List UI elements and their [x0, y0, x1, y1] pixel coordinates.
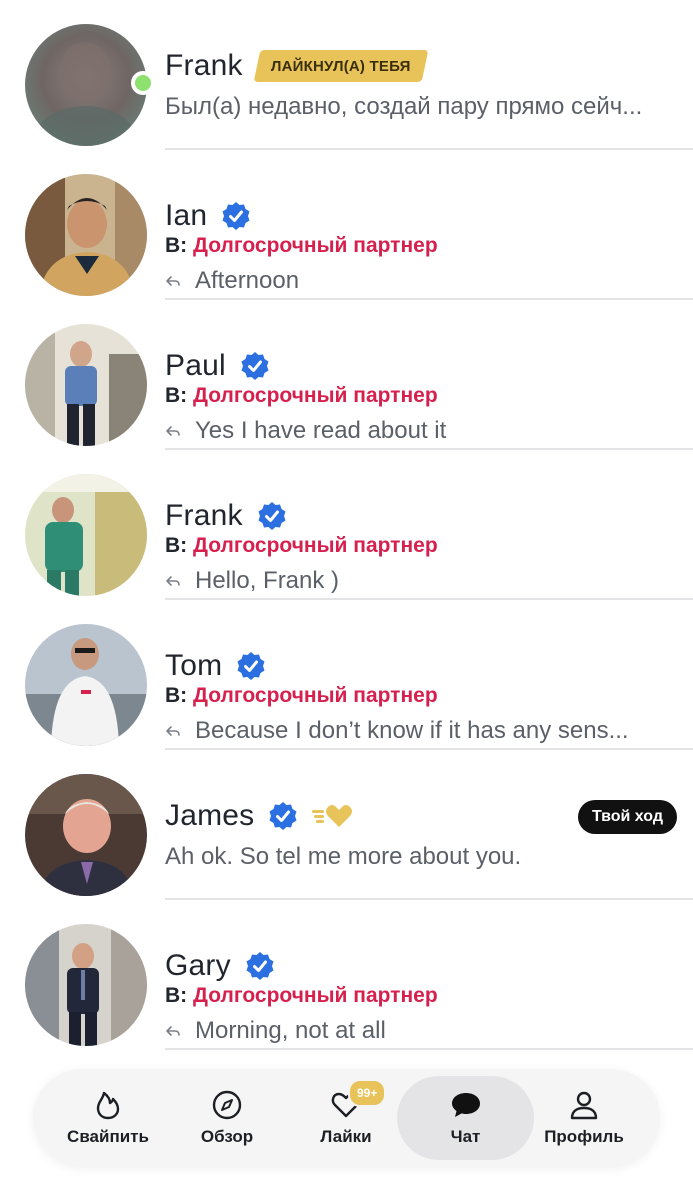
- chat-row[interactable]: Ian В: Долгосрочный партнер Afternoon: [0, 150, 693, 300]
- contact-name: Frank: [165, 499, 243, 532]
- last-message: Because I don’t know if it has any sens.…: [165, 714, 673, 748]
- chat-row[interactable]: Frank В: Долгосрочный партнер Hello, Fra…: [0, 450, 693, 600]
- likes-count-badge: 99+: [348, 1079, 387, 1107]
- swift-heart-icon: [312, 805, 353, 827]
- last-message: Afternoon: [165, 264, 673, 298]
- last-message: Hello, Frank ): [165, 564, 673, 598]
- contact-name: James: [165, 799, 255, 832]
- avatar: [25, 624, 147, 746]
- bottom-nav: Свайпить Обзор 99+ Лайки Чат Профиль: [33, 1069, 660, 1167]
- avatar: [25, 24, 147, 146]
- nav-likes[interactable]: 99+ Лайки: [286, 1069, 406, 1167]
- reply-icon: [166, 726, 180, 736]
- reply-icon: [166, 1026, 180, 1036]
- liked-you-badge: ЛАЙКНУЛ(А) ТЕБЯ: [253, 50, 428, 82]
- contact-name: Ian: [165, 199, 208, 232]
- compass-icon: [212, 1090, 242, 1120]
- online-indicator: [131, 71, 155, 95]
- last-message: Ah ok. So tel me more about you.: [165, 843, 522, 870]
- contact-name: Paul: [165, 349, 226, 382]
- divider: [165, 1048, 693, 1050]
- relationship-goal: В: Долгосрочный партнер: [165, 684, 438, 707]
- nav-chat[interactable]: Чат: [397, 1076, 534, 1160]
- chat-row[interactable]: Tom В: Долгосрочный партнер Because I do…: [0, 600, 693, 750]
- nav-profile[interactable]: Профиль: [524, 1069, 644, 1167]
- chat-row[interactable]: Gary В: Долгосрочный партнер Morning, no…: [0, 900, 693, 1050]
- nav-explore[interactable]: Обзор: [167, 1069, 287, 1167]
- verified-badge-icon: [269, 802, 297, 830]
- verified-badge-icon: [258, 502, 286, 530]
- avatar: [25, 774, 147, 896]
- contact-name: Gary: [165, 949, 231, 982]
- reply-icon: [166, 426, 180, 436]
- last-message: Morning, not at all: [165, 1014, 673, 1048]
- avatar: [25, 324, 147, 446]
- last-message: Yes I have read about it: [165, 414, 673, 448]
- relationship-goal: В: Долгосрочный партнер: [165, 984, 438, 1007]
- verified-badge-icon: [241, 352, 269, 380]
- your-turn-badge: Твой ход: [577, 800, 677, 834]
- verified-badge-icon: [222, 202, 250, 230]
- relationship-goal: В: Долгосрочный партнер: [165, 384, 438, 407]
- reply-icon: [166, 276, 180, 286]
- verified-badge-icon: [246, 952, 274, 980]
- flame-icon: [96, 1091, 120, 1120]
- contact-name: Tom: [165, 649, 223, 682]
- relationship-goal: В: Долгосрочный партнер: [165, 234, 438, 257]
- chat-row[interactable]: James Твой ход Ah ok. So tel me more abo…: [0, 750, 693, 900]
- chat-row[interactable]: Frank ЛАЙКНУЛ(А) ТЕБЯ Был(а) недавно, со…: [0, 0, 693, 150]
- avatar: [25, 924, 147, 1046]
- contact-name: Frank: [165, 49, 243, 82]
- last-message: Был(а) недавно, создай пару прямо сейч..…: [165, 93, 643, 120]
- nav-swipe[interactable]: Свайпить: [48, 1069, 168, 1167]
- verified-badge-icon: [237, 652, 265, 680]
- person-icon: [570, 1091, 598, 1120]
- avatar: [25, 474, 147, 596]
- chat-bubble-icon: [451, 1093, 480, 1117]
- reply-icon: [166, 576, 180, 586]
- chat-row[interactable]: Paul В: Долгосрочный партнер Yes I have …: [0, 300, 693, 450]
- chat-list: Frank ЛАЙКНУЛ(А) ТЕБЯ Был(а) недавно, со…: [0, 0, 693, 1050]
- relationship-goal: В: Долгосрочный партнер: [165, 534, 438, 557]
- avatar: [25, 174, 147, 296]
